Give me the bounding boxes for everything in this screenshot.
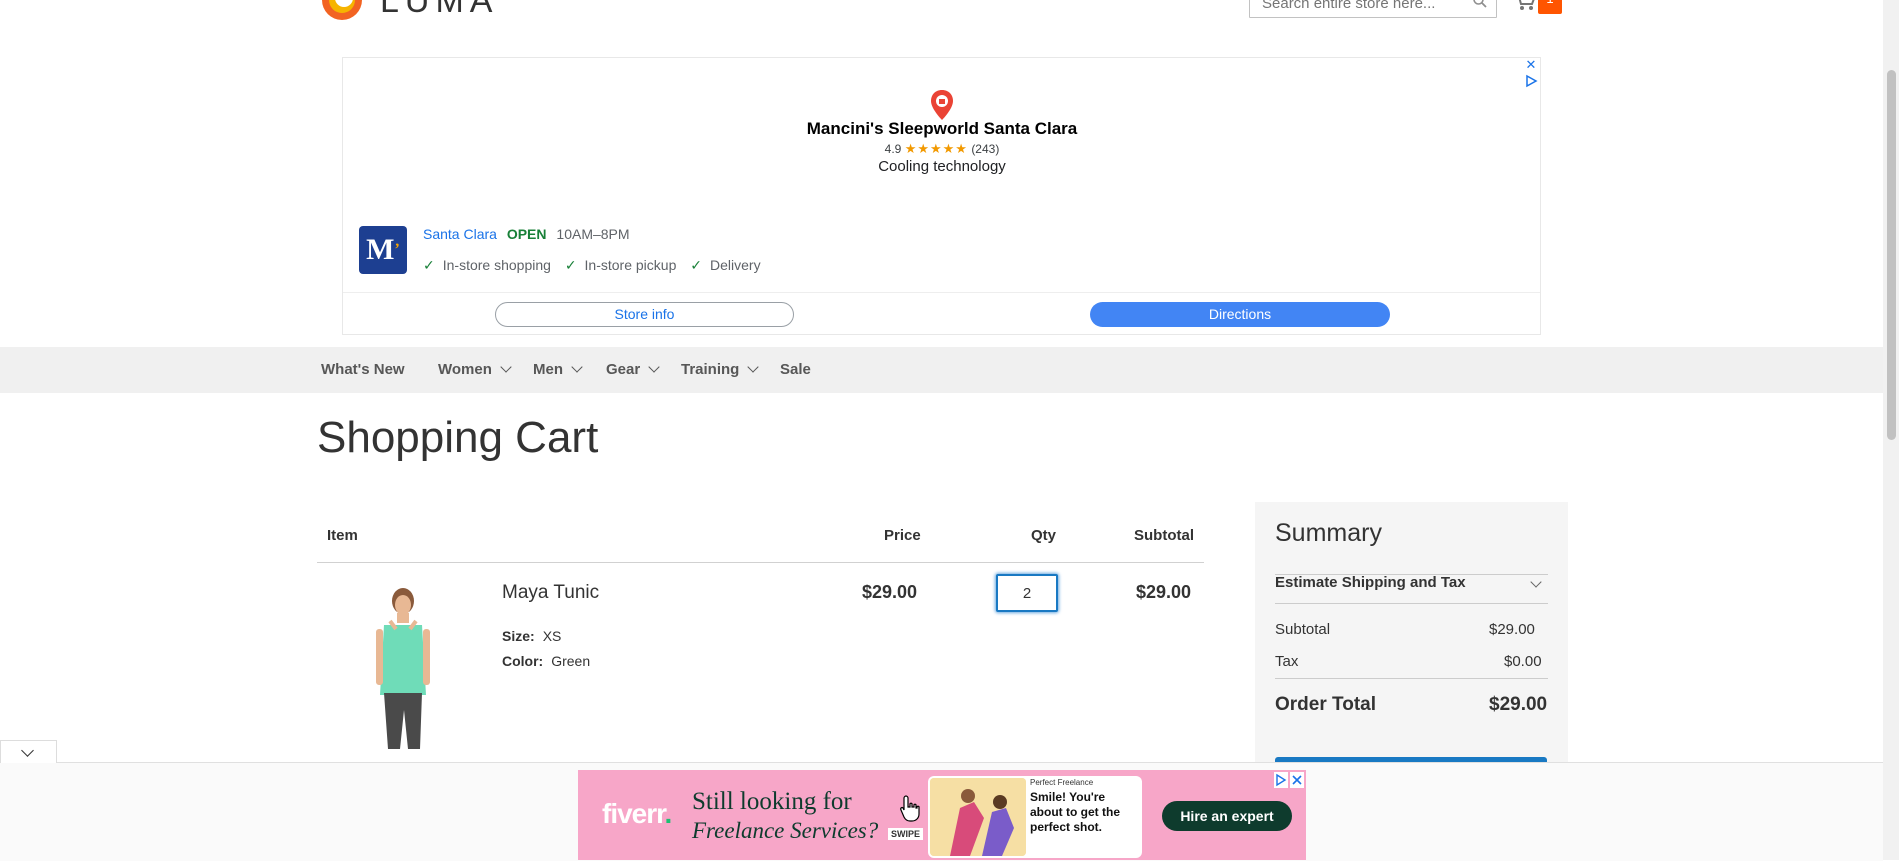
check-icon: ✓	[423, 257, 435, 273]
nav-label: Women	[438, 361, 492, 378]
mouse-pointer-icon	[900, 795, 920, 822]
luma-logo-icon[interactable]	[320, 0, 364, 22]
col-header-price: Price	[884, 527, 921, 544]
nav-item-sale[interactable]: Sale	[780, 361, 811, 378]
logo-text[interactable]: LUMA	[380, 0, 498, 21]
col-header-subtotal: Subtotal	[1134, 527, 1194, 544]
ad-rating: 4.9 ★★★★★ (243)	[700, 141, 1184, 157]
fiverr-ad[interactable]: fiverr. Still looking for Freelance Serv…	[578, 770, 1306, 860]
table-divider	[317, 562, 1204, 563]
ad-tagline: Cooling technology	[878, 158, 1006, 175]
directions-button[interactable]: Directions	[1090, 302, 1390, 327]
chevron-down-icon	[500, 361, 512, 373]
search-icon[interactable]	[1472, 0, 1488, 9]
store-features: ✓ In-store shopping ✓ In-store pickup ✓ Del…	[423, 257, 771, 274]
option-label: Color:	[502, 653, 544, 669]
ad-close-icon[interactable]: ✕	[1524, 58, 1538, 72]
chevron-down-icon	[571, 361, 583, 373]
order-total-value: $29.00	[1489, 694, 1548, 715]
store-location-row: Santa Clara OPEN 10AM–8PM	[423, 226, 630, 242]
nav-label: Gear	[606, 361, 641, 378]
option-label: Size:	[502, 628, 535, 644]
nav-item-women[interactable]: Women	[438, 361, 512, 378]
subtotal-value: $29.00	[1489, 621, 1535, 638]
check-icon: ✓	[690, 257, 702, 273]
option-value: XS	[542, 628, 562, 644]
ad-choices-icon[interactable]	[1524, 74, 1538, 88]
qty-input[interactable]	[996, 574, 1058, 612]
ad-card-caption: Perfect Freelance	[1030, 778, 1094, 787]
tax-label: Tax	[1275, 653, 1299, 670]
nav-item-men[interactable]: Men	[533, 361, 583, 378]
nav-item-gear[interactable]: Gear	[606, 361, 660, 378]
fiverr-logo: fiverr.	[602, 798, 673, 830]
map-pin-icon	[931, 90, 953, 120]
tax-value: $0.00	[1504, 653, 1542, 670]
summary-divider	[1275, 603, 1548, 604]
ad-business-name[interactable]: Mancini's Sleepworld Santa Clara	[700, 119, 1184, 139]
nav-item-whats-new[interactable]: What's New	[321, 361, 405, 378]
ad-close-icon[interactable]	[1274, 772, 1304, 788]
chevron-down-icon	[747, 361, 760, 373]
cart-icon[interactable]	[1513, 0, 1537, 12]
option-value: Green	[551, 653, 591, 669]
col-header-item: Item	[327, 527, 358, 544]
collapse-ad-tab[interactable]	[0, 740, 57, 763]
product-name-link[interactable]: Maya Tunic	[502, 582, 599, 604]
product-image[interactable]	[360, 585, 444, 749]
store-hours: 10AM–8PM	[556, 226, 630, 242]
swipe-label: SWIPE	[888, 828, 924, 840]
store-logo-letter: M	[366, 233, 395, 266]
nav-label: Sale	[780, 361, 811, 378]
fiverr-logo-dot: .	[664, 798, 673, 829]
search-box[interactable]	[1249, 0, 1497, 18]
ad-divider	[343, 292, 1540, 293]
page-title: Shopping Cart	[317, 413, 599, 462]
product-option-size: Size: XS	[502, 628, 561, 644]
scrollbar-thumb[interactable]	[1887, 70, 1896, 440]
nav-label: Men	[533, 361, 563, 378]
feature-item: In-store shopping	[442, 257, 551, 273]
star-rating-icon: ★★★★★	[904, 141, 968, 156]
hire-expert-button[interactable]: Hire an expert	[1162, 801, 1292, 831]
nav-label: What's New	[321, 361, 405, 378]
ad-subheadline: Freelance Services?	[692, 818, 879, 843]
summary-title: Summary	[1275, 519, 1382, 547]
open-status: OPEN	[506, 226, 547, 242]
main-nav: What's New Women Men Gear Training Sale	[0, 347, 1883, 393]
nav-item-training[interactable]: Training	[681, 361, 760, 378]
store-info-button[interactable]: Store info	[495, 302, 794, 327]
item-price: $29.00	[862, 582, 918, 602]
estimate-shipping-toggle[interactable]: Estimate Shipping and Tax	[1275, 574, 1466, 591]
ad-photo	[930, 778, 1026, 856]
chevron-down-icon	[648, 361, 660, 373]
feature-item: In-store pickup	[584, 257, 677, 273]
item-subtotal: $29.00	[1136, 582, 1192, 602]
subtotal-label: Subtotal	[1275, 621, 1331, 638]
order-total-label: Order Total	[1275, 694, 1376, 715]
feature-item: Delivery	[710, 257, 761, 273]
fiverr-logo-text: fiverr	[602, 798, 665, 829]
store-city-link[interactable]: Santa Clara	[423, 226, 497, 242]
summary-divider	[1275, 678, 1548, 679]
cart-count-badge[interactable]: 1	[1538, 0, 1562, 14]
store-logo[interactable]: M’	[359, 226, 407, 274]
review-count: (243)	[971, 142, 1000, 156]
check-icon: ✓	[564, 257, 577, 273]
nav-label: Training	[681, 361, 740, 378]
chevron-down-icon	[21, 744, 34, 757]
ad-headline: Still looking for	[692, 788, 852, 815]
ad-card-message: Smile! You're about to get the perfect s…	[1030, 790, 1120, 834]
product-option-color: Color: Green	[502, 653, 590, 669]
rating-value: 4.9	[884, 142, 902, 156]
col-header-qty: Qty	[1031, 527, 1057, 544]
search-input[interactable]	[1260, 0, 1474, 17]
